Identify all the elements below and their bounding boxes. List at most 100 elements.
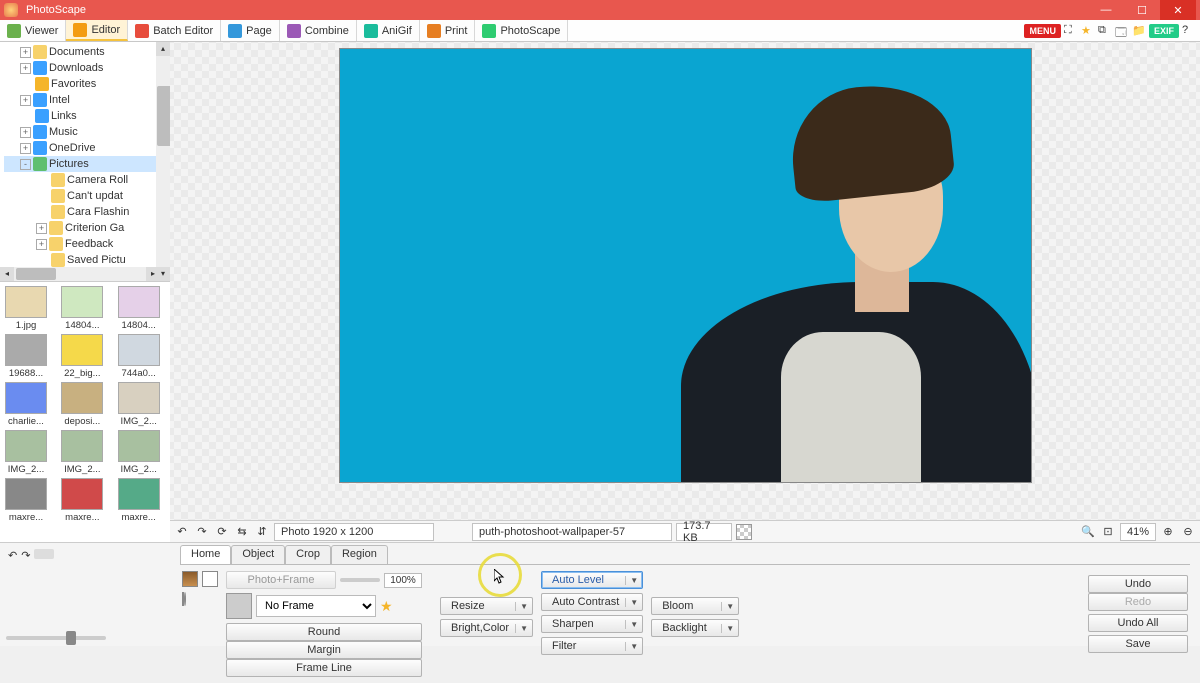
expand-icon[interactable]: + bbox=[20, 127, 31, 138]
frame-select[interactable]: No Frame bbox=[256, 595, 376, 617]
photo-preview[interactable] bbox=[339, 48, 1032, 483]
zoom-actual-icon[interactable]: ⊡ bbox=[1100, 524, 1116, 540]
slider-thumb[interactable] bbox=[66, 631, 76, 645]
tree-item-camera-roll[interactable]: Camera Roll bbox=[4, 172, 170, 188]
zoom-out-icon[interactable]: ⊖ bbox=[1180, 524, 1196, 540]
auto-level-button[interactable]: Auto Level▼ bbox=[541, 571, 643, 589]
thumbnails-grid[interactable]: 1.jpg14804...14804...19688...22_big...74… bbox=[2, 286, 168, 523]
tree-hscrollbar[interactable]: ◂ ▸ bbox=[0, 267, 160, 281]
thumb-img_2-[interactable]: IMG_2... bbox=[115, 430, 163, 475]
scroll-left-arrow-icon[interactable]: ◂ bbox=[0, 267, 14, 281]
image-icon[interactable]: 🗔 bbox=[1115, 24, 1129, 38]
photo-frame-button[interactable]: Photo+Frame bbox=[226, 571, 336, 589]
thumb-maxre-[interactable]: maxre... bbox=[115, 478, 163, 523]
filter-button[interactable]: Filter▼ bbox=[541, 637, 643, 655]
thumb-img_2-[interactable]: IMG_2... bbox=[115, 382, 163, 427]
thumb-img_2-[interactable]: IMG_2... bbox=[2, 430, 50, 475]
copy-icon[interactable]: ⧉ bbox=[1098, 24, 1112, 38]
undo-button[interactable]: Undo bbox=[1088, 575, 1188, 593]
tab-combine[interactable]: Combine bbox=[280, 20, 357, 41]
exif-badge[interactable]: EXIF bbox=[1149, 24, 1179, 38]
backlight-button[interactable]: Backlight▼ bbox=[651, 619, 739, 637]
tab-viewer[interactable]: Viewer bbox=[0, 20, 66, 41]
thumb-deposi-[interactable]: deposi... bbox=[58, 382, 106, 427]
expand-icon[interactable]: - bbox=[20, 159, 31, 170]
chevron-down-icon[interactable]: ▼ bbox=[625, 598, 638, 607]
tree-item-onedrive[interactable]: +OneDrive bbox=[4, 140, 170, 156]
expand-icon[interactable]: + bbox=[20, 143, 31, 154]
frame-favorite-icon[interactable]: ★ bbox=[380, 598, 393, 615]
expand-icon[interactable]: + bbox=[20, 47, 31, 58]
canvas-wrap[interactable] bbox=[170, 42, 1200, 520]
tree-item-documents[interactable]: +Documents bbox=[4, 44, 170, 60]
undo-all-button[interactable]: Undo All bbox=[1088, 614, 1188, 632]
thumb-charlie-[interactable]: charlie... bbox=[2, 382, 50, 427]
frame-pct[interactable]: 100% bbox=[384, 573, 422, 588]
tree-item-cara-flashin[interactable]: Cara Flashin bbox=[4, 204, 170, 220]
menu-badge[interactable]: MENU bbox=[1024, 24, 1061, 38]
flip-v-icon[interactable]: ⇵ bbox=[254, 524, 270, 540]
mini-slider[interactable] bbox=[34, 549, 54, 559]
undo-icon[interactable]: ↶ bbox=[174, 524, 190, 540]
thumb-14804-[interactable]: 14804... bbox=[115, 286, 163, 331]
scroll-up-arrow-icon[interactable]: ▴ bbox=[156, 42, 170, 56]
sharpen-button[interactable]: Sharpen▼ bbox=[541, 615, 643, 633]
thumb-22_big-[interactable]: 22_big... bbox=[58, 334, 106, 379]
chevron-down-icon[interactable]: ▼ bbox=[625, 642, 638, 651]
tree-item-criterion-ga[interactable]: +Criterion Ga bbox=[4, 220, 170, 236]
tree-vscrollbar[interactable]: ▴ ▾ bbox=[156, 42, 170, 281]
thumb-14804-[interactable]: 14804... bbox=[58, 286, 106, 331]
tab-photoscape[interactable]: PhotoScape bbox=[475, 20, 568, 41]
tree-item-pictures[interactable]: -Pictures bbox=[4, 156, 170, 172]
rotate-icon[interactable]: ⟳ bbox=[214, 524, 230, 540]
scroll-right-arrow-icon[interactable]: ▸ bbox=[146, 267, 160, 281]
tree-item-feedback[interactable]: +Feedback bbox=[4, 236, 170, 252]
ptab-object[interactable]: Object bbox=[231, 545, 285, 564]
frame-line-button[interactable]: Frame Line bbox=[226, 659, 422, 677]
star-icon[interactable]: ★ bbox=[1081, 24, 1095, 38]
tab-anigif[interactable]: AniGif bbox=[357, 20, 420, 41]
expand-icon[interactable]: + bbox=[36, 223, 47, 234]
redo-button[interactable]: Redo bbox=[1088, 593, 1188, 611]
save-button[interactable]: Save bbox=[1088, 635, 1188, 653]
rotate-left-icon[interactable]: ↶ bbox=[8, 549, 17, 562]
window-minimize-button[interactable]: — bbox=[1088, 0, 1124, 20]
folder-icon[interactable]: 📁 bbox=[1132, 24, 1146, 38]
chevron-down-icon[interactable]: ▼ bbox=[625, 576, 638, 585]
tab-batch-editor[interactable]: Batch Editor bbox=[128, 20, 221, 41]
chevron-down-icon[interactable]: ▼ bbox=[625, 620, 638, 629]
chevron-down-icon[interactable]: ▼ bbox=[721, 624, 734, 633]
window-maximize-button[interactable]: ☐ bbox=[1124, 0, 1160, 20]
tree-item-music[interactable]: +Music bbox=[4, 124, 170, 140]
folder-tree[interactable]: +Documents+DownloadsFavorites+IntelLinks… bbox=[0, 42, 170, 282]
thumb-1-jpg[interactable]: 1.jpg bbox=[2, 286, 50, 331]
bright-color-button[interactable]: Bright,Color▼ bbox=[440, 619, 533, 637]
tab-editor[interactable]: Editor bbox=[66, 20, 128, 41]
ptab-crop[interactable]: Crop bbox=[285, 545, 331, 564]
swatch-2[interactable] bbox=[202, 571, 218, 587]
ptab-region[interactable]: Region bbox=[331, 545, 388, 564]
flip-h-icon[interactable]: ⇆ bbox=[234, 524, 250, 540]
zoom-in-icon[interactable]: ⊕ bbox=[1160, 524, 1176, 540]
swatch-1[interactable] bbox=[182, 571, 198, 587]
expand-icon[interactable]: + bbox=[20, 63, 31, 74]
expand-icon[interactable]: + bbox=[20, 95, 31, 106]
swatch-4[interactable] bbox=[184, 592, 186, 606]
thumb-maxre-[interactable]: maxre... bbox=[58, 478, 106, 523]
tree-item-favorites[interactable]: Favorites bbox=[4, 76, 170, 92]
window-close-button[interactable]: ✕ bbox=[1160, 0, 1196, 20]
thumb-19688-[interactable]: 19688... bbox=[2, 334, 50, 379]
frame-amount-slider[interactable] bbox=[340, 578, 380, 582]
auto-contrast-button[interactable]: Auto Contrast▼ bbox=[541, 593, 643, 611]
tab-page[interactable]: Page bbox=[221, 20, 280, 41]
redo-icon[interactable]: ↷ bbox=[194, 524, 210, 540]
tree-item-links[interactable]: Links bbox=[4, 108, 170, 124]
bloom-button[interactable]: Bloom▼ bbox=[651, 597, 739, 615]
chevron-down-icon[interactable]: ▼ bbox=[515, 624, 528, 633]
round-button[interactable]: Round bbox=[226, 623, 422, 641]
ptab-home[interactable]: Home bbox=[180, 545, 231, 564]
tree-item-downloads[interactable]: +Downloads bbox=[4, 60, 170, 76]
margin-button[interactable]: Margin bbox=[226, 641, 422, 659]
resize-button[interactable]: Resize▼ bbox=[440, 597, 533, 615]
expand-icon[interactable]: + bbox=[36, 239, 47, 250]
